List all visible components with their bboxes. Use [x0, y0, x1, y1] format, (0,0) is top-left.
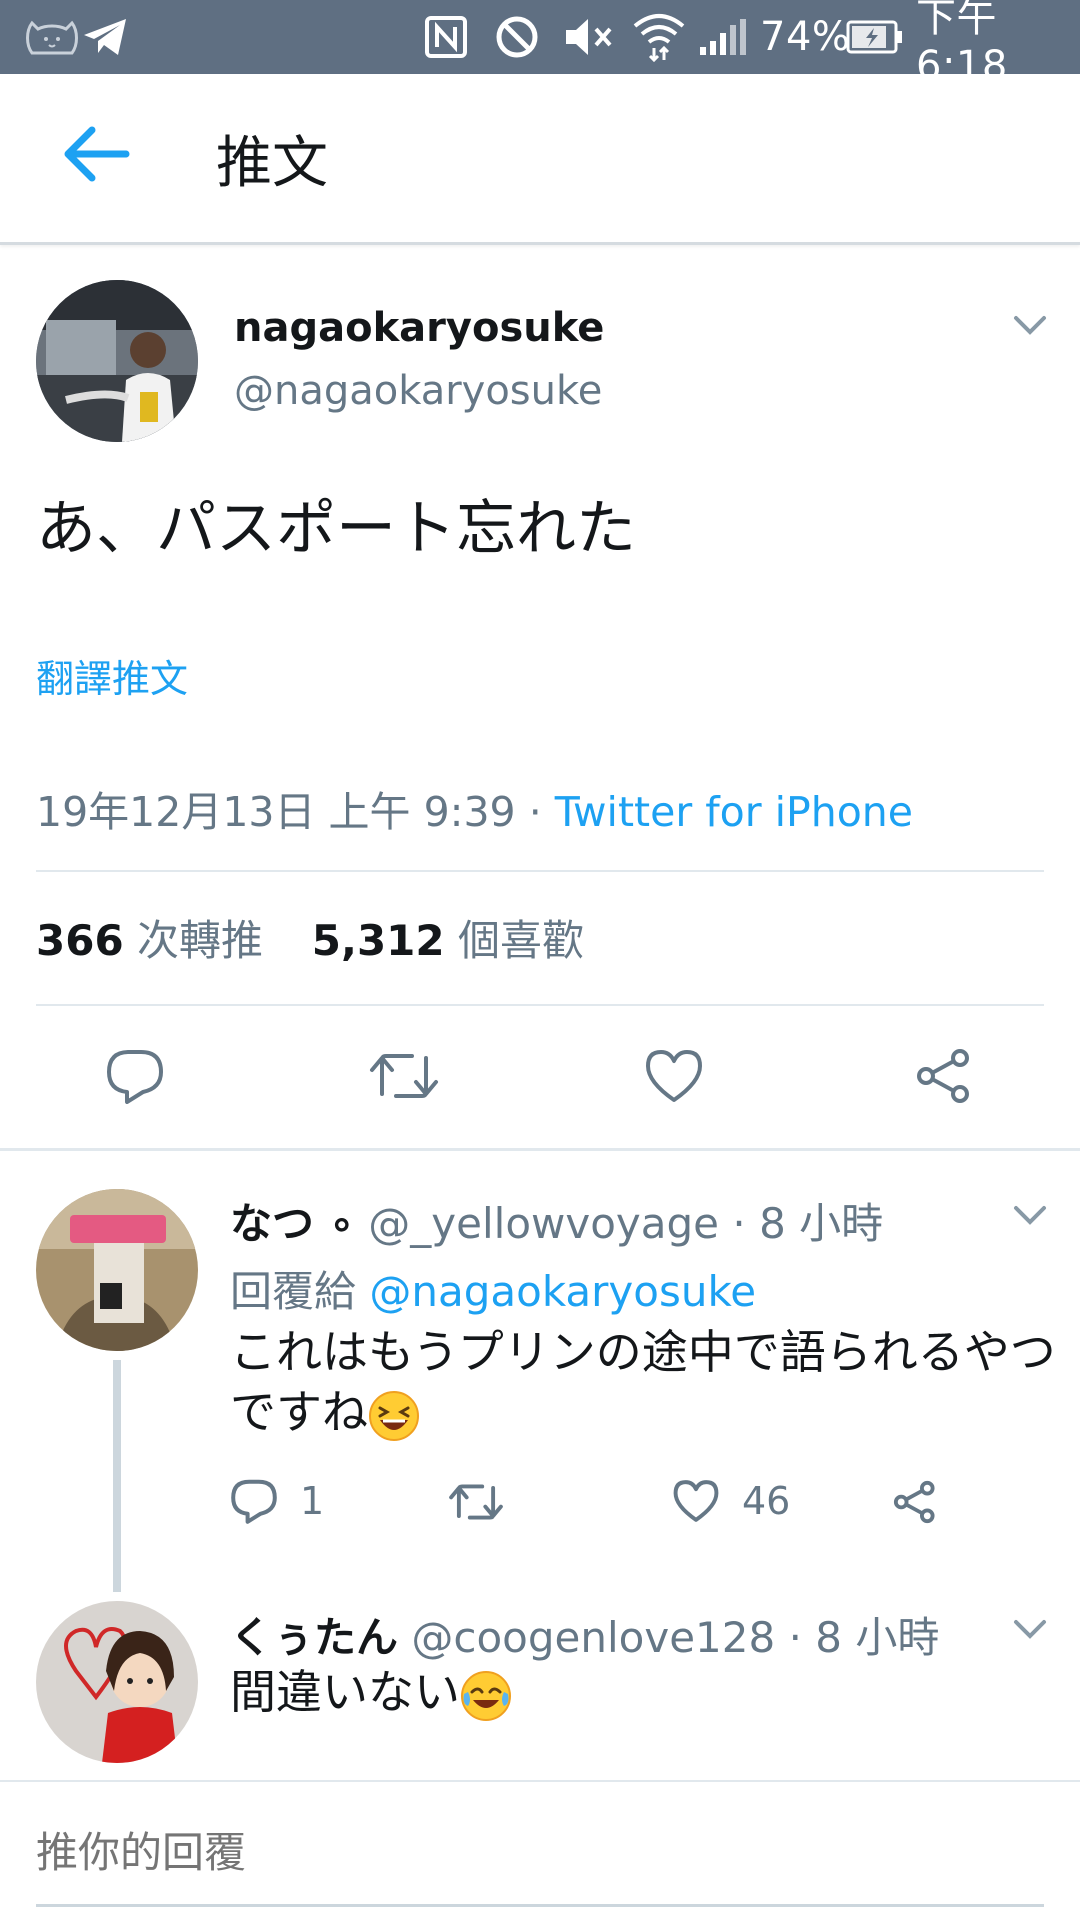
page-title: 推文 — [216, 131, 328, 196]
mute-icon — [562, 0, 616, 74]
like-icon — [673, 1480, 719, 1522]
tweet-meta: 19年12月13日 上午 9:39 · Twitter for iPhone — [36, 778, 913, 838]
do-not-disturb-icon — [494, 0, 540, 74]
like-count[interactable]: 5,312 — [312, 916, 445, 965]
reply-action[interactable]: 1 — [230, 1478, 324, 1524]
reply-time: · 8 小時 — [788, 1613, 940, 1662]
retweet-action[interactable] — [448, 1480, 504, 1524]
timestamp: 19年12月13日 上午 9:39 — [36, 788, 516, 836]
mention-link[interactable]: @nagaokaryosuke — [369, 1267, 756, 1316]
retweet-label[interactable]: 次轉推 — [137, 916, 263, 965]
thread-line — [113, 1360, 121, 1592]
reply-handle[interactable]: @_yellowvoyage — [368, 1199, 719, 1248]
retweet-icon[interactable] — [364, 1036, 444, 1116]
translate-tweet-link[interactable]: 翻譯推文 — [36, 648, 188, 703]
tears-of-joy-emoji — [460, 1670, 512, 1722]
avatar[interactable] — [36, 1189, 198, 1351]
wifi-icon — [632, 0, 686, 74]
like-action[interactable]: 46 — [672, 1479, 790, 1523]
reply-display-name[interactable]: なつ ∘ — [230, 1199, 355, 1248]
reply-text-line: 間違いない — [230, 1665, 460, 1719]
chevron-down-icon[interactable] — [1010, 1614, 1050, 1644]
replying-to-label: 回覆給 — [230, 1267, 357, 1316]
back-arrow-icon[interactable] — [58, 114, 134, 194]
retweet-count[interactable]: 366 — [36, 916, 124, 965]
share-icon[interactable] — [892, 1479, 938, 1525]
status-bar: 74% 下午6:18 — [0, 0, 1080, 89]
avatar[interactable] — [36, 1601, 198, 1763]
reply-text-line: ですね — [230, 1382, 1056, 1442]
like-label[interactable]: 個喜歡 — [458, 916, 584, 965]
reply-header: なつ ∘ @_yellowvoyage · 8 小時 — [230, 1190, 883, 1251]
tweet-text: あ、パスポート忘れた — [36, 494, 636, 564]
app-header: 推文 — [0, 74, 1080, 245]
laughing-face-emoji — [368, 1390, 420, 1442]
reply-display-name[interactable]: くぅたん — [230, 1613, 398, 1662]
reply-count: 1 — [300, 1479, 325, 1523]
reply-text: これはもうプリンの途中で語られるやつ ですね — [230, 1322, 1056, 1442]
battery-percent: 74% — [760, 14, 851, 60]
battery-icon — [846, 0, 904, 74]
meta-separator: · — [515, 788, 555, 836]
share-icon[interactable] — [904, 1036, 984, 1116]
reply-header: くぅたん @coogenlove128 · 8 小時 — [230, 1604, 939, 1665]
tweet-stats: 366 次轉推 5,312 個喜歡 — [36, 907, 584, 968]
avatar[interactable] — [36, 280, 198, 442]
cat-icon — [22, 0, 82, 74]
display-name[interactable]: nagaokaryosuke — [234, 305, 604, 351]
divider — [0, 1780, 1080, 1782]
reply-icon — [231, 1479, 277, 1524]
signal-icon — [698, 0, 748, 74]
replying-to: 回覆給 @nagaokaryosuke — [230, 1258, 756, 1319]
clock: 下午6:18 — [916, 0, 1008, 89]
nfc-icon — [424, 0, 468, 74]
like-count: 46 — [742, 1479, 791, 1523]
like-icon[interactable] — [634, 1036, 714, 1116]
chevron-down-icon[interactable] — [1010, 1200, 1050, 1230]
telegram-icon — [82, 0, 130, 74]
chevron-down-icon[interactable] — [1010, 310, 1050, 340]
reply-input[interactable] — [36, 1828, 1044, 1877]
reply-text-line: これはもうプリンの途中で語られるやつ — [230, 1325, 1056, 1379]
reply-handle[interactable]: @coogenlove128 — [411, 1613, 775, 1662]
reply-icon[interactable] — [95, 1036, 175, 1116]
reply-text: 間違いない — [230, 1662, 512, 1722]
reply-time: · 8 小時 — [732, 1199, 884, 1248]
user-handle[interactable]: @nagaokaryosuke — [234, 368, 602, 414]
divider — [36, 1004, 1044, 1006]
retweet-icon — [449, 1484, 503, 1520]
divider — [36, 870, 1044, 872]
divider — [0, 1148, 1080, 1151]
tweet-source[interactable]: Twitter for iPhone — [555, 788, 913, 836]
input-underline — [36, 1904, 1044, 1907]
reply-text-line2: ですね — [230, 1385, 368, 1439]
